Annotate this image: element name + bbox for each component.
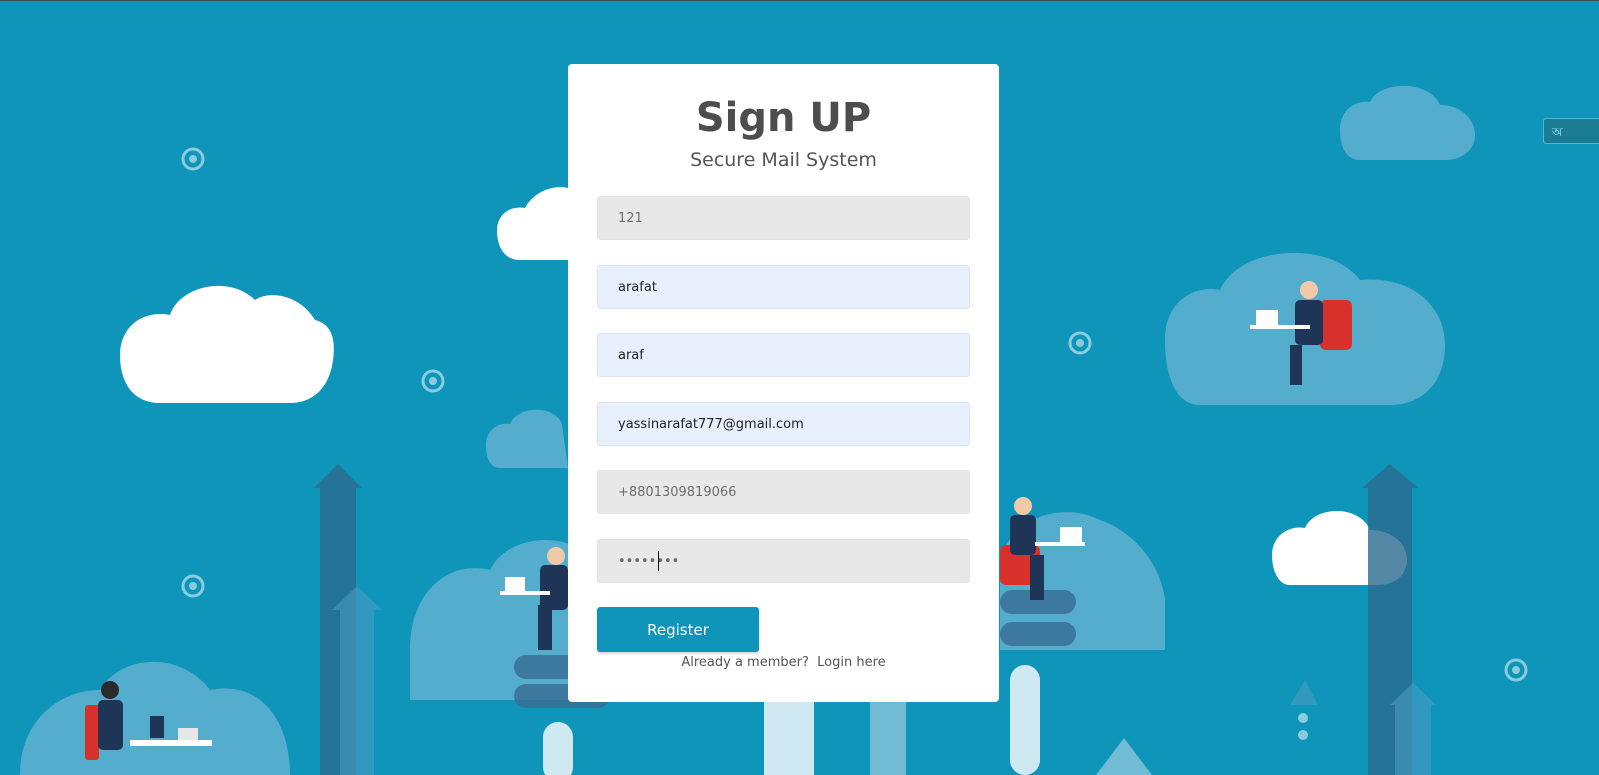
login-link[interactable]: Login here bbox=[817, 655, 886, 670]
password-wrapper bbox=[597, 539, 970, 583]
page-title: Sign UP bbox=[695, 95, 872, 141]
password-field[interactable] bbox=[597, 539, 970, 583]
register-button[interactable]: Register bbox=[597, 607, 759, 652]
language-widget-label: অ bbox=[1552, 125, 1563, 139]
id-field[interactable] bbox=[597, 196, 970, 240]
last-name-field[interactable] bbox=[597, 333, 970, 377]
signup-card: Sign UP Secure Mail System Register Alre… bbox=[568, 64, 999, 702]
language-widget[interactable]: অ bbox=[1543, 118, 1599, 144]
page-subtitle: Secure Mail System bbox=[690, 149, 877, 171]
email-field[interactable] bbox=[597, 402, 970, 446]
login-prompt: Already a member? Login here bbox=[568, 654, 999, 672]
first-name-field[interactable] bbox=[597, 265, 970, 309]
page-background: অ Sign UP Secure Mail System Register Al… bbox=[0, 0, 1599, 775]
phone-field[interactable] bbox=[597, 470, 970, 514]
member-prompt-text: Already a member? bbox=[681, 655, 809, 670]
text-caret bbox=[658, 551, 659, 571]
